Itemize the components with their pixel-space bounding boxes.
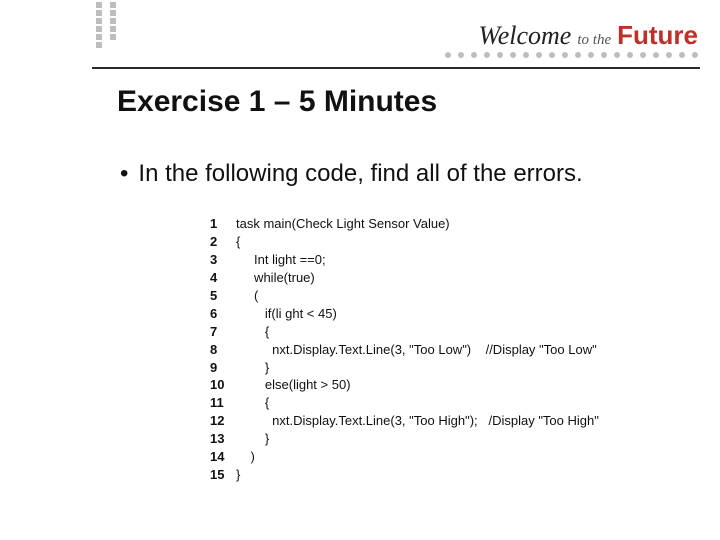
code-line: ( — [232, 287, 258, 305]
code-line: { — [232, 394, 269, 412]
bullet-marker: • — [120, 162, 128, 186]
future-word: Future — [617, 20, 698, 51]
line-number: 7 — [210, 323, 232, 341]
code-line: while(true) — [232, 269, 315, 287]
line-number: 13 — [210, 430, 232, 448]
line-number: 6 — [210, 305, 232, 323]
line-number: 14 — [210, 448, 232, 466]
code-line: task main(Check Light Sensor Value) — [232, 215, 450, 233]
code-line: if(li ght < 45) — [232, 305, 337, 323]
line-number: 1 — [210, 215, 232, 233]
slide-header: Welcome to the Future — [0, 0, 720, 70]
line-number: 4 — [210, 269, 232, 287]
line-number: 3 — [210, 251, 232, 269]
code-line: { — [232, 233, 240, 251]
bullet-text: In the following code, find all of the e… — [138, 160, 582, 188]
line-number: 11 — [210, 394, 232, 412]
line-number: 10 — [210, 376, 232, 394]
line-number: 2 — [210, 233, 232, 251]
decorative-squares — [94, 0, 118, 50]
bullet-item: • In the following code, find all of the… — [120, 160, 583, 188]
line-number: 8 — [210, 341, 232, 359]
header-divider — [92, 67, 700, 69]
code-line: nxt.Display.Text.Line(3, "Too High"); /D… — [232, 412, 599, 430]
code-line: Int light ==0; — [232, 251, 326, 269]
welcome-to: to the — [577, 32, 611, 49]
code-listing: 1task main(Check Light Sensor Value) 2{ … — [210, 215, 599, 484]
code-line: } — [232, 359, 269, 377]
code-line: } — [232, 430, 269, 448]
code-line: ) — [232, 448, 255, 466]
code-line: } — [232, 466, 240, 484]
code-line: { — [232, 323, 269, 341]
line-number: 9 — [210, 359, 232, 377]
line-number: 15 — [210, 466, 232, 484]
code-line: nxt.Display.Text.Line(3, "Too Low") //Di… — [232, 341, 597, 359]
welcome-logo: Welcome to the Future — [478, 20, 698, 51]
line-number: 5 — [210, 287, 232, 305]
welcome-word: Welcome — [478, 21, 571, 51]
code-line: else(light > 50) — [232, 376, 351, 394]
slide-title: Exercise 1 – 5 Minutes — [117, 85, 437, 119]
line-number: 12 — [210, 412, 232, 430]
decorative-dots-top — [445, 52, 698, 58]
